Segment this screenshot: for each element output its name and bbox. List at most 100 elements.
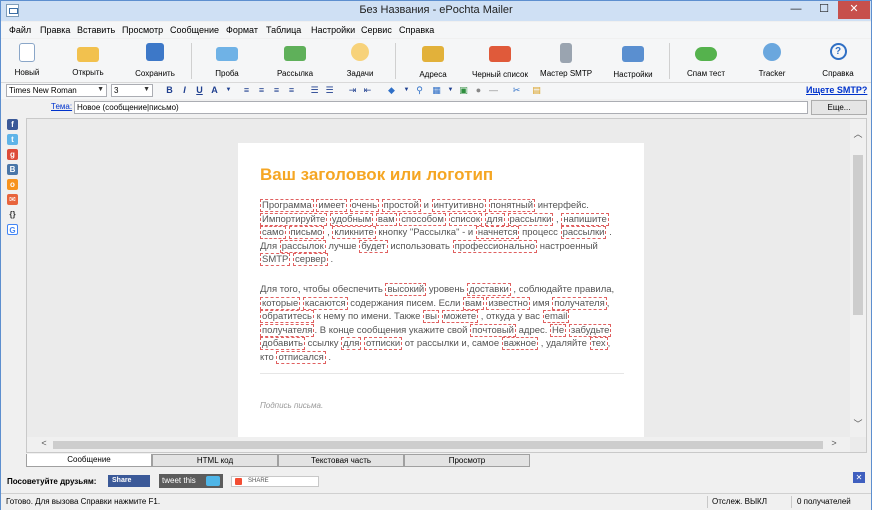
underline-button[interactable]: U <box>194 85 205 96</box>
misspelled-word[interactable]: рассылки <box>560 226 607 240</box>
chevron-down-icon[interactable]: ▼ <box>223 85 234 96</box>
misspelled-word[interactable]: вам <box>375 212 397 226</box>
text-segment[interactable]: ссылку <box>305 338 341 349</box>
menu-file[interactable]: Файл <box>9 25 31 35</box>
misspelled-word[interactable]: почтовый <box>470 323 516 337</box>
scroll-left-icon[interactable]: < <box>37 438 51 451</box>
misspelled-word[interactable]: для <box>484 212 505 226</box>
text-segment[interactable]: интерфейс. <box>535 200 589 211</box>
bold-button[interactable]: B <box>164 85 175 96</box>
scroll-thumb[interactable] <box>853 155 863 315</box>
text-segment[interactable]: от рассылки и, самое <box>402 338 502 349</box>
text-segment[interactable]: лучше <box>326 241 359 252</box>
misspelled-word[interactable]: SMTP <box>260 253 291 267</box>
need-smtp-link[interactable]: Ищете SMTP? <box>806 85 867 95</box>
misspelled-word[interactable]: кликните <box>332 226 376 240</box>
misspelled-word[interactable]: простой <box>381 199 421 212</box>
scroll-thumb[interactable] <box>53 441 823 449</box>
font-color-button[interactable]: A <box>209 85 220 96</box>
email-body[interactable]: Ваш заголовок или логотип Программа имее… <box>238 143 644 437</box>
menu-insert[interactable]: Вставить <box>77 25 115 35</box>
misspelled-word[interactable]: обратитесь <box>260 310 314 324</box>
smtp-wizard-button[interactable]: Мастер SMTP <box>537 41 595 81</box>
misspelled-word[interactable]: важное <box>501 337 539 351</box>
tab-message[interactable]: Сообщение <box>26 454 152 467</box>
menu-service[interactable]: Сервис <box>361 25 392 35</box>
scroll-up-icon[interactable]: ︿ <box>850 127 866 141</box>
email-paragraph-2[interactable]: Для того, чтобы обеспечить высокий урове… <box>260 283 625 365</box>
text-segment[interactable]: и <box>421 200 432 211</box>
minimize-button[interactable]: — <box>782 1 810 19</box>
email-paragraph-1[interactable]: Программа имеет очень простой и интуитив… <box>260 199 625 267</box>
clear-format-icon[interactable]: ✂ <box>511 85 522 96</box>
addresses-button[interactable]: Адреса <box>409 41 457 81</box>
message-editor[interactable]: Ваш заголовок или логотип Программа имее… <box>26 118 867 453</box>
misspelled-word[interactable]: доставки <box>467 283 511 296</box>
text-segment[interactable]: удаляйте <box>546 338 587 349</box>
text-segment[interactable]: . <box>328 254 333 265</box>
misspelled-word[interactable]: профессионально <box>452 239 538 253</box>
scroll-right-icon[interactable]: > <box>827 438 841 451</box>
misspelled-word[interactable]: отписался <box>276 350 326 364</box>
misspelled-word[interactable]: тех <box>589 337 608 351</box>
tab-html-code[interactable]: HTML код <box>152 454 278 467</box>
test-button[interactable]: Проба <box>202 41 252 81</box>
horizontal-line-icon[interactable]: — <box>488 85 499 96</box>
misspelled-word[interactable]: касаются <box>302 296 348 310</box>
menu-settings[interactable]: Настройки <box>311 25 355 35</box>
misspelled-word[interactable]: получателя <box>552 296 607 310</box>
misspelled-word[interactable]: Не <box>550 323 567 337</box>
text-segment[interactable]: настроенный <box>537 241 598 252</box>
text-segment[interactable]: правила, <box>575 284 615 295</box>
numbered-list-icon[interactable]: ☰ <box>309 85 320 96</box>
text-segment[interactable]: , откуда у вас <box>478 311 543 322</box>
google-icon[interactable]: G <box>7 224 18 235</box>
scroll-down-icon[interactable]: ﹀ <box>850 417 866 431</box>
misspelled-word[interactable]: Программа <box>260 199 314 212</box>
misspelled-word[interactable]: можете <box>441 310 479 324</box>
settings-button[interactable]: Настройки <box>607 41 659 81</box>
subject-input[interactable]: Новое (сообщение|письмо) <box>74 101 808 114</box>
paint-bucket-icon[interactable]: ◆ <box>386 85 397 96</box>
menu-format[interactable]: Формат <box>226 25 258 35</box>
link-icon[interactable]: ⚲ <box>414 85 425 96</box>
text-segment[interactable]: процесс <box>519 227 560 238</box>
chevron-down-icon[interactable]: ▼ <box>445 85 456 96</box>
menu-view[interactable]: Просмотр <box>122 25 163 35</box>
italic-button[interactable]: I <box>179 85 190 96</box>
close-icon[interactable]: ✕ <box>853 472 865 483</box>
misspelled-word[interactable]: email <box>542 310 570 324</box>
tab-text-part[interactable]: Текстовая часть <box>278 454 404 467</box>
misspelled-word[interactable]: сервер <box>293 253 328 267</box>
misspelled-word[interactable]: напишите <box>561 212 609 226</box>
misspelled-word[interactable]: вам <box>463 296 484 310</box>
text-segment[interactable]: использовать <box>388 241 453 252</box>
text-segment[interactable]: имя <box>530 298 552 309</box>
text-segment[interactable]: содержания писем. Если <box>348 298 463 309</box>
menu-edit[interactable]: Правка <box>40 25 70 35</box>
facebook-share-button[interactable]: Share <box>108 475 150 487</box>
indent-icon[interactable]: ⇥ <box>347 85 358 96</box>
odnoklassniki-icon[interactable]: o <box>7 179 18 190</box>
misspelled-word[interactable]: само <box>260 226 286 240</box>
table-icon[interactable]: ▦ <box>431 85 442 96</box>
save-button[interactable]: Сохранить <box>129 41 181 81</box>
misspelled-word[interactable]: забудьте <box>568 323 612 337</box>
misspelled-word[interactable]: Импортируйте <box>260 212 328 226</box>
attachment-icon[interactable]: ● <box>473 85 484 96</box>
blacklist-button[interactable]: Черный список <box>468 41 532 81</box>
outdent-icon[interactable]: ⇤ <box>362 85 373 96</box>
code-braces-icon[interactable]: {} <box>7 209 18 220</box>
spam-test-button[interactable]: Спам тест <box>681 41 731 81</box>
menu-help[interactable]: Справка <box>399 25 434 35</box>
facebook-icon[interactable]: f <box>7 119 18 130</box>
twitter-icon[interactable]: t <box>7 134 18 145</box>
misspelled-word[interactable]: удобным <box>329 212 374 226</box>
misspelled-word[interactable]: будет <box>359 239 388 253</box>
close-button[interactable]: ✕ <box>838 1 870 19</box>
misspelled-word[interactable]: известно <box>486 296 531 310</box>
more-button[interactable]: Еще... <box>811 100 867 115</box>
tasks-button[interactable]: Задачи <box>336 41 384 81</box>
misspelled-word[interactable]: вы <box>423 310 439 324</box>
addthis-share-button[interactable]: SHARE <box>231 476 319 487</box>
